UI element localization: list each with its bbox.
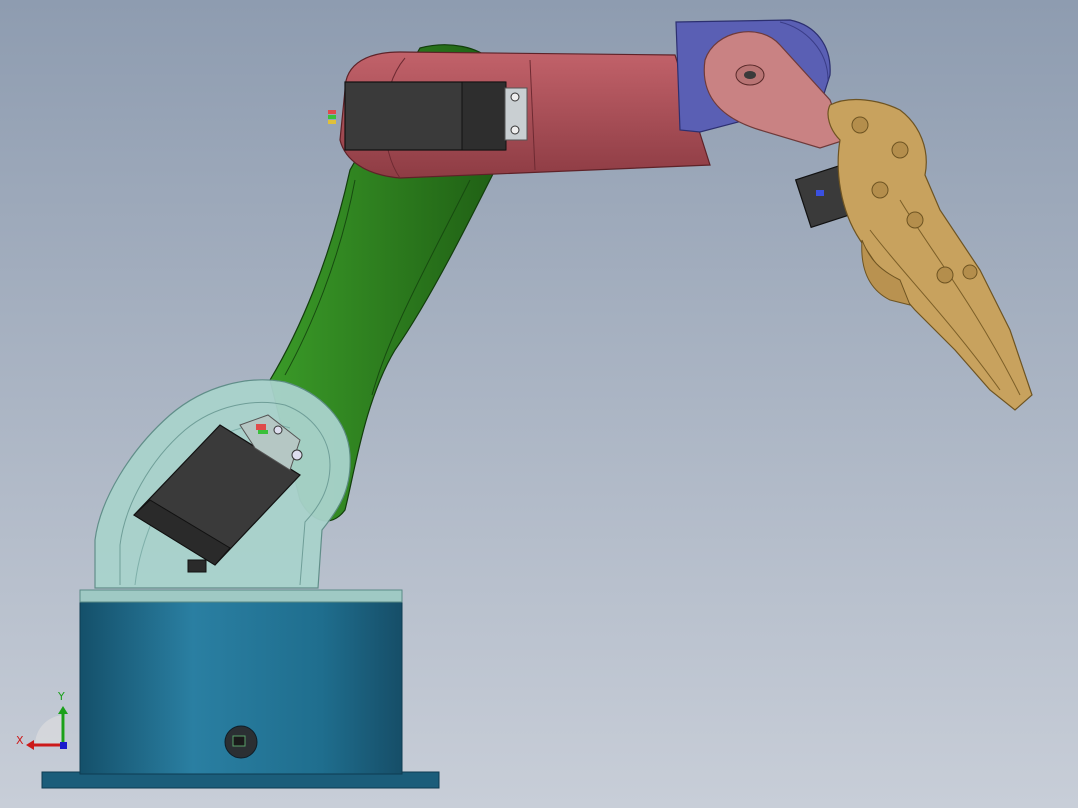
forearm-link[interactable] [328,51,711,179]
model-view[interactable]: X Y [0,0,1078,808]
wrist-bracket-assembly[interactable] [675,19,846,149]
y-axis-label: Y [57,690,65,703]
z-axis-marker [60,742,67,749]
base-assembly[interactable] [41,589,440,789]
cad-viewport[interactable]: X Y [0,0,1078,808]
x-axis-label: X [16,734,24,747]
base-top-ring [79,589,403,603]
